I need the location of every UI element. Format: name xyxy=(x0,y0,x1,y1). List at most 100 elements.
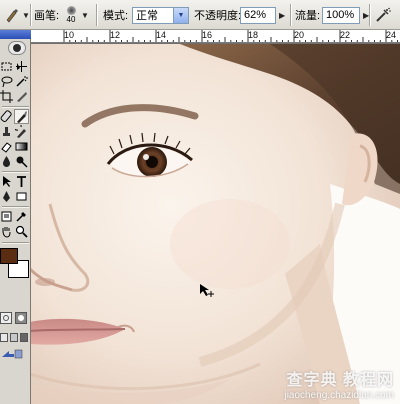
opacity-slider-arrow[interactable]: ▶ xyxy=(279,11,285,20)
portrait-photo xyxy=(30,44,400,404)
pen-tool[interactable] xyxy=(0,190,13,203)
foreground-color-swatch-front[interactable] xyxy=(0,248,18,264)
flow-label: 流量: xyxy=(295,10,321,22)
ruler-mark-14: 14 xyxy=(156,30,167,40)
standard-mode-button[interactable] xyxy=(0,312,12,324)
chevron-down-icon: ▼ xyxy=(22,10,30,20)
ruler-mark-10: 10 xyxy=(64,30,75,40)
magic-wand-icon xyxy=(16,76,28,87)
ruler-mark-20: 20 xyxy=(294,30,305,40)
notes-tool[interactable] xyxy=(0,210,13,223)
brush-tool[interactable] xyxy=(14,109,29,124)
opacity-value: 62% xyxy=(244,9,267,21)
crop-tool[interactable] xyxy=(0,90,13,103)
options-bar: ▼ 画笔: 40 ▼ 模式: 正常 ▼ 不透明度: 62% ▶ 流量: 100%… xyxy=(0,0,400,30)
brush-picker[interactable]: 40 xyxy=(62,0,80,30)
chevron-down-icon: ▼ xyxy=(81,10,89,20)
airbrush-toggle[interactable] xyxy=(374,0,392,30)
flow-value: 100% xyxy=(326,9,355,21)
photoshop-logo-button[interactable] xyxy=(8,41,26,55)
watermark: 查字典 教程网 jiaocheng.chazidian.com xyxy=(284,366,394,401)
brush-dot-icon xyxy=(66,6,76,15)
watermark-url: jiaocheng.chazidian.com xyxy=(284,390,394,401)
stamp-icon xyxy=(3,127,10,136)
mode-label: 模式: xyxy=(103,10,129,22)
ruler-mark-16: 16 xyxy=(202,30,213,40)
zoom-tool[interactable] xyxy=(15,225,28,238)
divider xyxy=(290,4,291,26)
eyedropper-tool[interactable] xyxy=(15,210,28,223)
bandage-icon xyxy=(0,110,12,123)
hand-tool[interactable] xyxy=(0,225,13,238)
ruler-mark-12: 12 xyxy=(110,30,121,40)
tools-divider xyxy=(2,206,29,207)
tools-divider xyxy=(2,106,29,107)
eraser-tool[interactable] xyxy=(0,140,13,153)
ruler-mark-24: 24 xyxy=(386,30,397,40)
rectangle-icon xyxy=(16,192,27,201)
brush-size: 40 xyxy=(66,15,76,24)
path-selection-tool[interactable] xyxy=(0,175,13,188)
screen-mode-full-menu[interactable] xyxy=(10,333,18,342)
divider xyxy=(30,4,31,26)
hand-icon xyxy=(2,227,11,238)
jump-to-imageready-button[interactable] xyxy=(0,348,24,360)
tools-divider xyxy=(2,171,29,172)
opacity-input[interactable]: 62% xyxy=(240,6,276,24)
ruler-mark-22: 22 xyxy=(340,30,351,40)
type-icon xyxy=(17,176,26,187)
type-tool[interactable] xyxy=(15,175,28,188)
divider xyxy=(369,4,370,26)
lasso-tool[interactable] xyxy=(0,75,13,88)
tool-preset-picker[interactable]: ▼ xyxy=(4,0,30,30)
screen-mode-full[interactable] xyxy=(20,333,28,342)
dodge-icon xyxy=(16,156,28,168)
marquee-tool[interactable] xyxy=(0,60,13,73)
shape-tool[interactable] xyxy=(15,190,28,203)
document-canvas[interactable]: 查字典 教程网 jiaocheng.chazidian.com xyxy=(30,44,400,404)
brush-tool-icon xyxy=(6,9,18,23)
magic-wand-tool[interactable] xyxy=(15,75,28,88)
circle-icon xyxy=(3,315,9,321)
mode-select[interactable]: 正常 ▼ xyxy=(132,6,189,24)
blur-tool[interactable] xyxy=(0,155,13,168)
ruler-mark-18: 18 xyxy=(248,30,259,40)
horizontal-ruler[interactable]: 10 12 14 16 18 20 22 24 xyxy=(30,30,400,43)
airbrush-icon xyxy=(376,7,391,22)
note-icon xyxy=(1,211,12,222)
eraser-icon xyxy=(1,142,12,153)
gradient-tool[interactable] xyxy=(15,140,28,153)
tools-divider xyxy=(2,242,29,243)
quick-mask-button[interactable] xyxy=(15,312,27,324)
gradient-icon xyxy=(15,142,28,151)
eyedropper-icon xyxy=(16,212,26,222)
imageready-icon xyxy=(2,349,23,359)
flow-input[interactable]: 100% xyxy=(322,6,360,24)
arrow-icon xyxy=(3,176,11,187)
watermark-main: 查字典 教程网 xyxy=(286,372,394,389)
move-icon xyxy=(16,61,27,72)
brush-picker-arrow[interactable]: ▼ xyxy=(81,0,89,30)
tools-panel-titlebar[interactable] xyxy=(0,30,31,39)
slice-tool[interactable] xyxy=(15,90,28,103)
history-brush-tool[interactable] xyxy=(15,125,28,138)
screen-mode-standard[interactable] xyxy=(0,333,8,342)
clone-stamp-tool[interactable] xyxy=(0,125,13,138)
healing-brush-tool[interactable] xyxy=(0,110,13,123)
eye-logo-icon xyxy=(13,44,21,52)
brush-label: 画笔: xyxy=(34,10,60,22)
pen-icon xyxy=(3,191,10,202)
opacity-label: 不透明度: xyxy=(194,10,242,22)
dodge-tool[interactable] xyxy=(15,155,28,168)
circle-icon xyxy=(18,315,24,321)
mode-value: 正常 xyxy=(136,10,158,22)
brush-icon xyxy=(17,111,27,123)
crop-icon xyxy=(0,90,13,103)
tools-panel xyxy=(0,30,31,404)
marquee-icon xyxy=(1,62,12,71)
chevron-down-icon: ▼ xyxy=(173,7,188,23)
move-tool[interactable] xyxy=(15,60,28,73)
lasso-icon xyxy=(1,76,13,88)
slice-icon xyxy=(17,92,27,102)
divider xyxy=(96,4,97,26)
